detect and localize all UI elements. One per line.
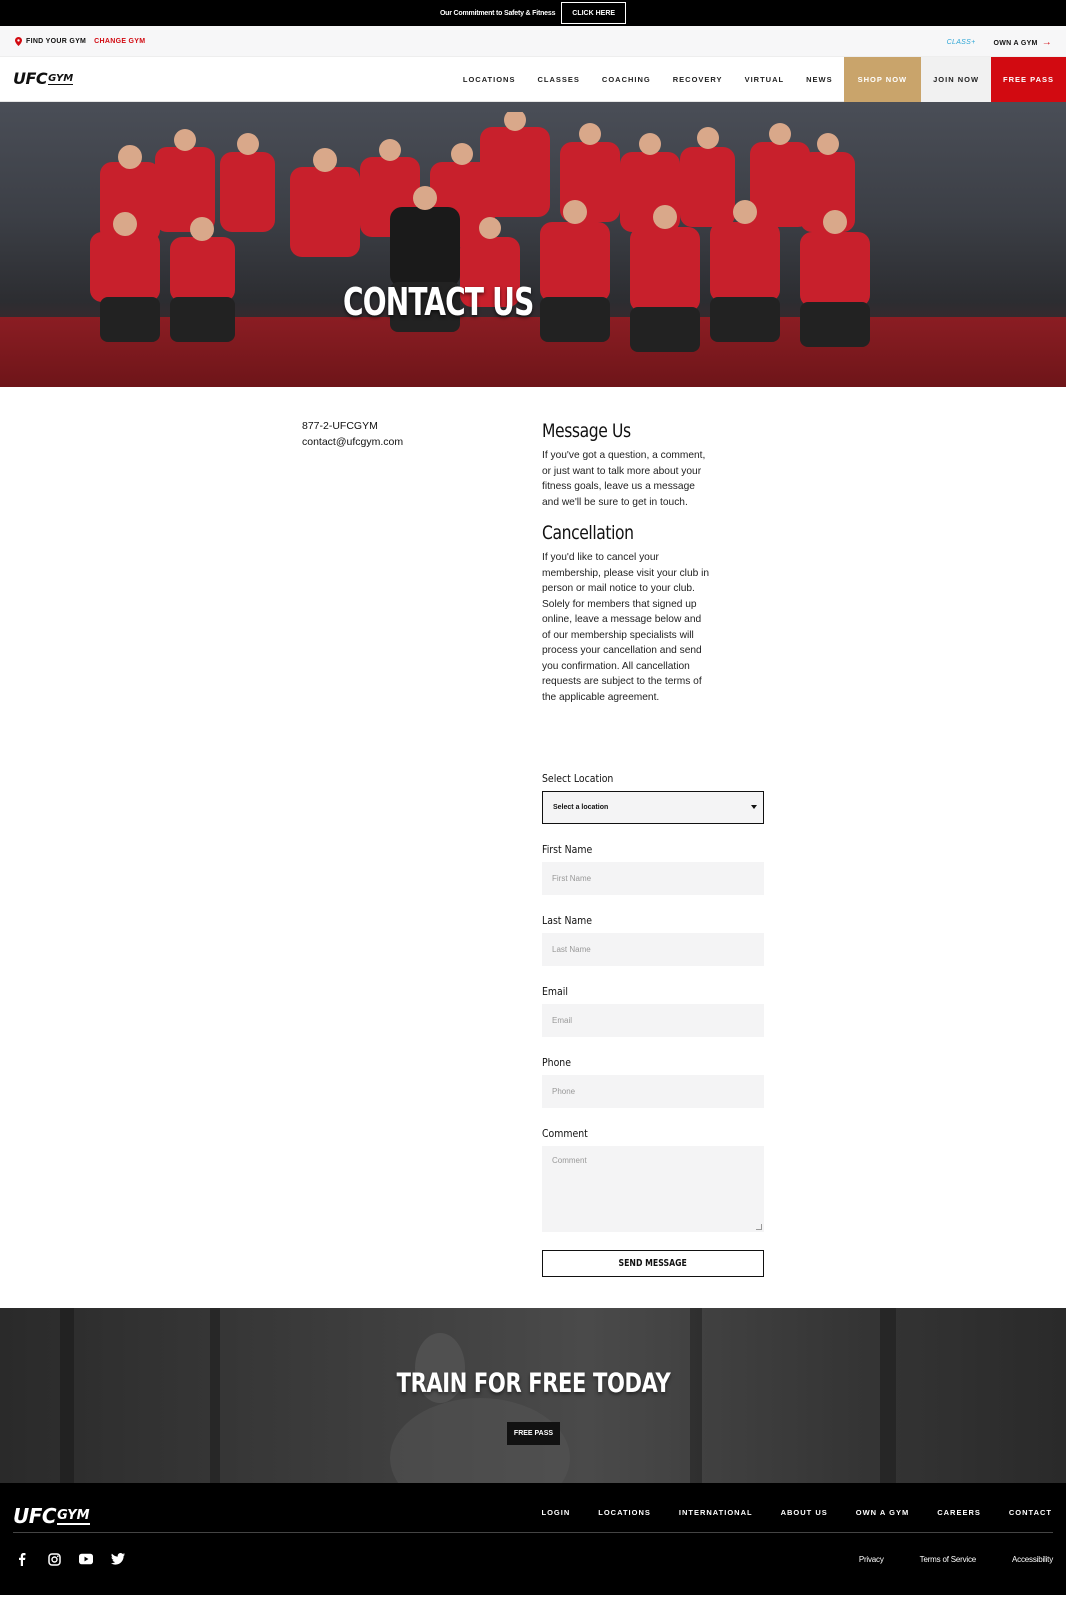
own-a-gym-link[interactable]: OWN A GYM →: [994, 37, 1053, 48]
click-here-button[interactable]: CLICK HERE: [561, 2, 627, 24]
own-a-gym-label: OWN A GYM: [993, 40, 1038, 47]
shop-now-button[interactable]: SHOP NOW: [843, 57, 922, 102]
comment-label: Comment: [542, 1127, 588, 1140]
footer-international[interactable]: INTERNATIONAL: [679, 1508, 753, 1517]
footer-privacy[interactable]: Privacy: [859, 1555, 884, 1564]
class-plus-link[interactable]: CLASS+: [947, 39, 976, 46]
announcement-text: Our Commitment to Safety & Fitness: [439, 9, 556, 17]
location-pin-icon: [15, 37, 22, 46]
twitter-icon[interactable]: [111, 1552, 125, 1566]
footer-about-us[interactable]: ABOUT US: [781, 1508, 828, 1517]
social-links: [15, 1552, 125, 1566]
location-select[interactable]: Select a location: [542, 791, 764, 824]
footer: UFC GYM LOGIN LOCATIONS INTERNATIONAL AB…: [0, 1483, 1066, 1600]
nav-coaching[interactable]: COACHING: [591, 57, 662, 102]
announcement-bar: Our Commitment to Safety & Fitness CLICK…: [0, 0, 1066, 26]
nav-classes[interactable]: CLASSES: [526, 57, 590, 102]
find-your-gym-label: FIND YOUR GYM: [26, 38, 87, 45]
last-name-label: Last Name: [542, 914, 593, 927]
footer-contact[interactable]: CONTACT: [1009, 1508, 1052, 1517]
message-us-heading: Message Us: [542, 420, 631, 442]
main-nav: UFC GYM LOCATIONS CLASSES COACHING RECOV…: [0, 57, 1066, 102]
free-pass-button[interactable]: FREE PASS: [991, 57, 1066, 102]
email-label: Email: [542, 985, 568, 998]
footer-careers[interactable]: CAREERS: [937, 1508, 981, 1517]
send-message-button[interactable]: SEND MESSAGE: [542, 1250, 764, 1277]
hero-banner: CONTACT US: [0, 102, 1066, 387]
footer-logo-ufc: UFC: [13, 1504, 57, 1528]
footer-logo[interactable]: UFC GYM: [13, 1504, 90, 1528]
logo-ufc: UFC: [13, 69, 48, 88]
cancellation-heading: Cancellation: [542, 522, 634, 544]
contact-text-column: Message Us If you've got a question, a c…: [542, 420, 764, 705]
train-title-text: TRAIN FOR FREE TODAY: [396, 1368, 670, 1399]
send-message-label: SEND MESSAGE: [618, 1258, 688, 1269]
change-gym-link[interactable]: CHANGE GYM: [94, 38, 145, 45]
ufc-gym-logo[interactable]: UFC GYM: [13, 69, 74, 88]
hero-group-photo: [90, 112, 870, 352]
nav-locations[interactable]: LOCATIONS: [452, 57, 527, 102]
facebook-icon[interactable]: [15, 1552, 29, 1566]
utility-bar: FIND YOUR GYM CHANGE GYM CLASS+ OWN A GY…: [0, 26, 1066, 57]
message-us-text: If you've got a question, a comment, or …: [542, 450, 706, 508]
page-title: CONTACT US: [343, 280, 534, 324]
resize-handle-icon[interactable]: [756, 1224, 762, 1230]
page-bottom-edge: [0, 1595, 1066, 1600]
phone-label: Phone: [542, 1056, 571, 1069]
nav-virtual[interactable]: VIRTUAL: [734, 57, 796, 102]
logo-gym: GYM: [48, 73, 74, 85]
last-name-field[interactable]: Last Name: [542, 933, 764, 966]
chevron-down-icon: [751, 805, 757, 809]
first-name-field[interactable]: First Name: [542, 862, 764, 895]
phone-number[interactable]: 877-2-UFCGYM: [302, 418, 403, 434]
phone-field[interactable]: Phone: [542, 1075, 764, 1108]
footer-logo-gym: GYM: [57, 1508, 90, 1525]
email-field[interactable]: Email: [542, 1004, 764, 1037]
comment-textarea[interactable]: Comment: [542, 1146, 764, 1232]
footer-own-a-gym[interactable]: OWN A GYM: [856, 1508, 909, 1517]
find-your-gym[interactable]: FIND YOUR GYM CHANGE GYM: [15, 37, 145, 46]
nav-news[interactable]: NEWS: [795, 57, 844, 102]
footer-login[interactable]: LOGIN: [542, 1508, 571, 1517]
train-free-pass-button[interactable]: FREE PASS: [507, 1422, 560, 1445]
comment-placeholder: Comment: [552, 1156, 587, 1165]
first-name-label: First Name: [542, 843, 593, 856]
join-now-button[interactable]: JOIN NOW: [921, 57, 992, 102]
instagram-icon[interactable]: [47, 1552, 61, 1566]
train-title: TRAIN FOR FREE TODAY: [0, 1368, 1066, 1399]
nav-recovery[interactable]: RECOVERY: [662, 57, 734, 102]
arrow-right-icon: →: [1041, 37, 1052, 48]
location-select-value: Select a location: [553, 804, 609, 811]
footer-accessibility[interactable]: Accessibility: [1012, 1555, 1053, 1564]
contact-info: 877-2-UFCGYM contact@ufcgym.com: [302, 418, 403, 450]
youtube-icon[interactable]: [79, 1552, 93, 1566]
select-location-label: Select Location: [542, 772, 614, 785]
cancellation-text: If you'd like to cancel your membership,…: [542, 552, 710, 703]
train-free-banner: TRAIN FOR FREE TODAY FREE PASS: [0, 1308, 1066, 1483]
footer-locations[interactable]: LOCATIONS: [598, 1508, 651, 1517]
footer-divider: [13, 1532, 1053, 1533]
email-address[interactable]: contact@ufcgym.com: [302, 434, 403, 450]
footer-terms[interactable]: Terms of Service: [920, 1555, 977, 1564]
